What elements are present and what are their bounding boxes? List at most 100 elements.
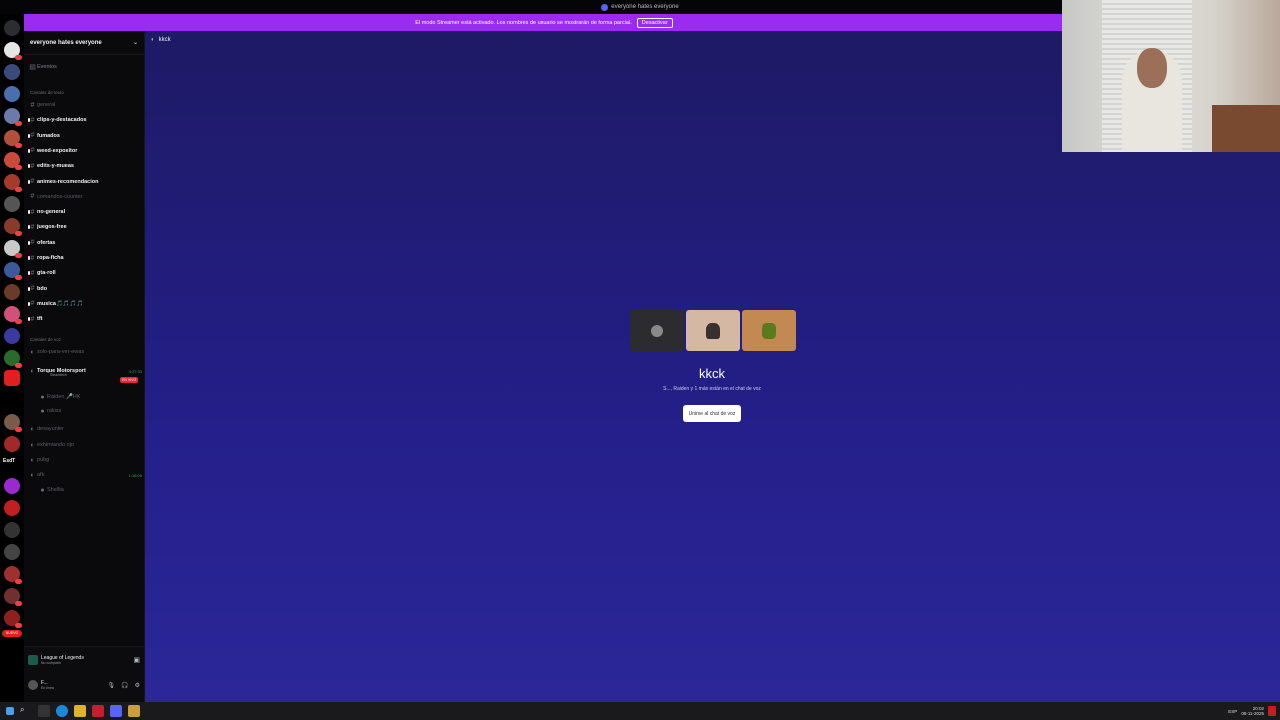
text-channel-item[interactable]: # weed-expositor: [28, 145, 142, 157]
unread-indicator: [28, 179, 30, 184]
headphones-icon[interactable]: 🎧: [121, 682, 128, 689]
server-icon[interactable]: [4, 544, 20, 560]
text-channel-item[interactable]: # comandos-counter: [28, 191, 142, 203]
avatar: ●: [40, 407, 45, 415]
voice-channel-item[interactable]: ◐ pubg: [28, 454, 142, 466]
channel-name: gta-roll: [37, 270, 56, 277]
server-icon[interactable]: [4, 478, 20, 494]
voice-participant[interactable]: ● Shellta: [38, 484, 152, 496]
edge-icon[interactable]: [56, 705, 68, 717]
system-tray: ESP 20:02 08-11-2025: [1228, 702, 1276, 720]
voice-channel-item[interactable]: ◐ Torque Motorsport 4:27:33: [28, 365, 142, 377]
server-icon[interactable]: [4, 414, 22, 432]
screen-share-icon[interactable]: ▣: [133, 656, 140, 664]
text-category[interactable]: Canales de texto: [30, 90, 64, 95]
server-icon[interactable]: [4, 370, 20, 386]
server-icon[interactable]: [4, 218, 22, 236]
avatar: [762, 322, 776, 339]
text-channel-item[interactable]: # fumados: [28, 130, 142, 142]
game-status: No compartir: [41, 661, 62, 665]
server-icon[interactable]: [4, 522, 20, 538]
direct-messages-icon[interactable]: [4, 20, 20, 36]
events-item[interactable]: ▤ Eventos: [28, 61, 142, 73]
task-view-icon[interactable]: [38, 705, 50, 717]
language-indicator[interactable]: ESP: [1228, 709, 1237, 714]
unread-indicator: [28, 256, 30, 260]
discord-icon[interactable]: [110, 705, 122, 717]
voice-participant[interactable]: ● Raiden 🎤HK: [38, 391, 152, 403]
server-icon[interactable]: [4, 130, 22, 148]
participant-tile[interactable]: [630, 310, 684, 351]
microphone-icon[interactable]: 🎙: [108, 682, 116, 689]
person-head: [1137, 48, 1167, 88]
windows-start-icon[interactable]: [6, 707, 14, 715]
voice-timer: 4:27:33: [128, 368, 142, 374]
text-channel-item[interactable]: # clips-y-destacados: [28, 114, 142, 126]
channel-name: kkck: [158, 37, 171, 43]
server-list: EsdT NUEVO: [0, 14, 24, 702]
voice-channel-item[interactable]: ◐ afk 1:18:09: [28, 469, 142, 481]
server-icon[interactable]: [4, 64, 20, 80]
participant-tile[interactable]: [686, 310, 740, 351]
channel-name: Raiden 🎤HK: [47, 394, 81, 400]
server-icon[interactable]: [4, 174, 22, 192]
text-channel-item[interactable]: # tft: [28, 313, 142, 325]
channel-name: solo-para-ver-ewas: [37, 349, 85, 355]
voice-category[interactable]: Canales de voz: [30, 337, 61, 342]
text-channel-item[interactable]: # animes-recomendacion: [28, 176, 142, 188]
channel-name: edits-y-mueas: [37, 163, 74, 170]
speaker-icon: ◐: [30, 441, 35, 449]
server-icon[interactable]: [4, 42, 22, 60]
text-channel-item[interactable]: # ropa-ficha: [28, 252, 142, 264]
folder-icon[interactable]: [74, 705, 86, 717]
server-icon[interactable]: [4, 262, 22, 280]
voice-participant[interactable]: ● rakiss: [38, 405, 152, 417]
participant-tiles: [630, 310, 796, 351]
text-channel-item[interactable]: # bdo: [28, 283, 142, 295]
search-icon[interactable]: ⌕: [20, 705, 32, 717]
participant-tile[interactable]: [742, 310, 796, 351]
channel-sidebar: everyone hates everyone ⌄ ▤ Eventos Cana…: [24, 31, 145, 702]
server-icon[interactable]: [4, 436, 20, 452]
windows-taskbar: ⌕ ESP 20:02 08-11-2025: [0, 702, 1280, 720]
avatar[interactable]: [28, 680, 38, 690]
text-channel-item[interactable]: # edits-y-mueas: [28, 160, 142, 172]
text-channel-item[interactable]: # no-general: [28, 206, 142, 218]
server-icon[interactable]: [4, 328, 20, 344]
server-icon[interactable]: [4, 108, 22, 126]
text-channel-item[interactable]: # general: [28, 99, 142, 111]
text-channel-item[interactable]: # gta-roll: [28, 267, 142, 279]
text-channel-item[interactable]: # ofertas: [28, 237, 142, 249]
disable-streamer-mode-button[interactable]: Desactivar: [636, 17, 673, 28]
voice-channel-item[interactable]: ◐ exhimiando ojo: [28, 439, 142, 451]
server-icon[interactable]: [4, 566, 22, 584]
voice-channel-item[interactable]: ◐ solo-para-ver-ewas: [28, 346, 142, 358]
text-channel-item[interactable]: # juegos-free: [28, 221, 142, 233]
server-icon[interactable]: [4, 196, 20, 212]
voice-channel-item[interactable]: ◐ desayunler: [28, 423, 142, 435]
server-icon[interactable]: [4, 610, 22, 628]
server-icon[interactable]: [4, 240, 22, 258]
join-voice-button[interactable]: Unirse al chat de voz: [683, 405, 741, 422]
text-channel-item[interactable]: # musica🎵🎵🎵🎵: [28, 298, 142, 310]
gear-icon[interactable]: ⚙: [135, 682, 140, 689]
unread-indicator: [28, 118, 30, 123]
discord-logo-icon: [601, 3, 609, 11]
server-icon[interactable]: [4, 500, 20, 516]
app-icon[interactable]: [92, 705, 104, 717]
notification-icon[interactable]: [1268, 706, 1276, 716]
league-icon[interactable]: [128, 705, 140, 717]
server-icon[interactable]: [4, 152, 22, 170]
channel-name: bdo: [37, 285, 48, 292]
unread-indicator: [28, 240, 30, 245]
server-label[interactable]: EsdT: [3, 458, 15, 464]
clock[interactable]: 20:02 08-11-2025: [1241, 706, 1264, 716]
server-icon[interactable]: [4, 306, 22, 324]
channel-name: desayunler: [37, 426, 64, 432]
server-icon[interactable]: [4, 86, 20, 102]
server-icon[interactable]: [4, 588, 22, 606]
guild-header[interactable]: everyone hates everyone ⌄: [24, 31, 144, 55]
server-icon[interactable]: [4, 284, 20, 300]
activity-row[interactable]: League of Legends No compartir ▣: [28, 651, 140, 669]
server-icon[interactable]: [4, 350, 22, 368]
